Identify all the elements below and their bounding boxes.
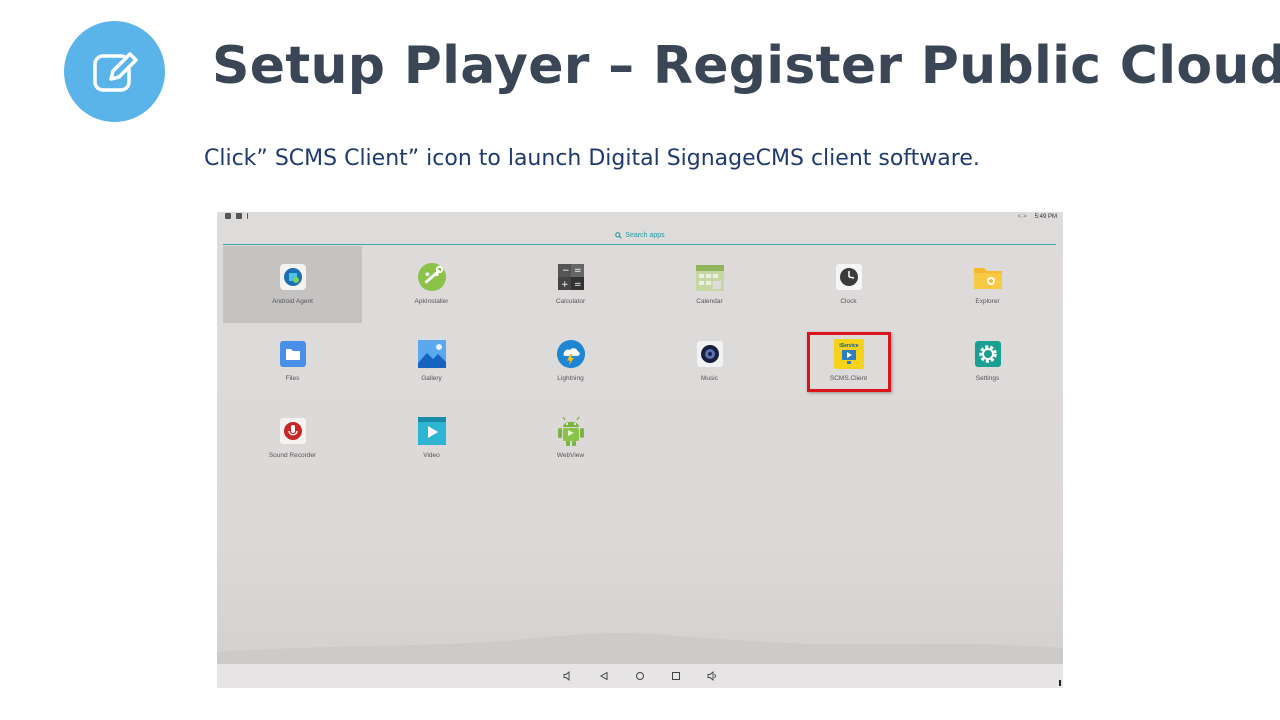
sound-recorder-icon xyxy=(278,416,308,446)
app-label: Lightning xyxy=(557,375,584,382)
scms-client-highlight xyxy=(807,332,891,392)
lightning-icon xyxy=(556,339,586,369)
wallpaper-hills xyxy=(217,633,1063,664)
app-settings[interactable]: Settings xyxy=(918,323,1057,400)
video-icon xyxy=(417,416,447,446)
divider-mark xyxy=(1059,680,1061,686)
app-label: Explorer xyxy=(975,298,1000,305)
search-apps-field[interactable]: Search apps xyxy=(217,229,1063,241)
app-calendar[interactable]: Calendar xyxy=(640,246,779,323)
app-label: Files xyxy=(285,375,300,382)
search-underline xyxy=(223,244,1056,245)
app-label: Music xyxy=(701,375,718,382)
volume-down-icon[interactable] xyxy=(561,669,575,683)
search-placeholder: Search apps xyxy=(625,231,665,239)
app-explorer[interactable]: Explorer xyxy=(918,246,1057,323)
apkinstaller-icon xyxy=(417,262,447,292)
svg-text:−: − xyxy=(562,266,570,276)
app-label: Clock xyxy=(840,298,857,305)
app-label: Video xyxy=(423,452,440,459)
app-sound-recorder[interactable]: Sound Recorder xyxy=(223,400,362,477)
navigation-bar xyxy=(217,664,1063,688)
back-icon[interactable] xyxy=(597,669,611,683)
clock-icon xyxy=(834,262,864,292)
app-label: Settings xyxy=(975,375,1000,382)
app-calculator[interactable]: − = + = Calculator xyxy=(501,246,640,323)
slide-instruction: Click” SCMS Client” icon to launch Digit… xyxy=(204,146,980,171)
calculator-icon: − = + = xyxy=(556,262,586,292)
explorer-icon xyxy=(973,262,1003,292)
app-label: Gallery xyxy=(421,375,442,382)
android-agent-icon xyxy=(278,262,308,292)
android-screen: <·> 5:49 PM Search apps Android Agent Ap… xyxy=(217,212,1063,688)
app-apkinstaller[interactable]: ApkInstaller xyxy=(362,246,501,323)
svg-text:+: + xyxy=(561,280,569,290)
volume-up-icon[interactable] xyxy=(705,669,719,683)
home-icon[interactable] xyxy=(633,669,647,683)
app-webview[interactable]: WebView xyxy=(501,400,640,477)
app-label: Calculator xyxy=(555,298,586,305)
calendar-icon xyxy=(695,262,725,292)
settings-icon xyxy=(973,339,1003,369)
svg-text:=: = xyxy=(574,280,582,290)
app-label: Android Agent xyxy=(272,298,313,305)
app-video[interactable]: Video xyxy=(362,400,501,477)
app-music[interactable]: Music xyxy=(640,323,779,400)
notification-icon xyxy=(225,213,231,219)
app-files[interactable]: Files xyxy=(223,323,362,400)
recents-icon[interactable] xyxy=(669,669,683,683)
status-bar: <·> 5:49 PM xyxy=(217,212,1063,224)
app-label: Sound Recorder xyxy=(268,452,317,459)
app-label: ApkInstaller xyxy=(414,298,449,305)
search-icon xyxy=(615,231,623,239)
music-icon xyxy=(695,339,725,369)
app-label: Calendar xyxy=(696,298,723,305)
gallery-icon xyxy=(417,339,447,369)
app-android-agent[interactable]: Android Agent xyxy=(223,246,362,323)
edit-badge xyxy=(64,21,165,122)
app-grid: Android Agent ApkInstaller − = + = Calculat… xyxy=(223,246,1057,477)
app-label: WebView xyxy=(556,452,585,459)
ethernet-icon: <·> xyxy=(1017,214,1027,220)
edit-icon xyxy=(92,51,138,92)
image-icon xyxy=(236,213,242,219)
svg-text:=: = xyxy=(574,266,582,276)
webview-icon xyxy=(556,416,586,446)
usb-icon xyxy=(247,213,250,219)
app-clock[interactable]: Clock xyxy=(779,246,918,323)
app-lightning[interactable]: Lightning xyxy=(501,323,640,400)
status-time: 5:49 PM xyxy=(1034,214,1057,220)
slide-title: Setup Player – Register Public Cloud xyxy=(212,36,1280,96)
files-icon xyxy=(278,339,308,369)
app-gallery[interactable]: Gallery xyxy=(362,323,501,400)
